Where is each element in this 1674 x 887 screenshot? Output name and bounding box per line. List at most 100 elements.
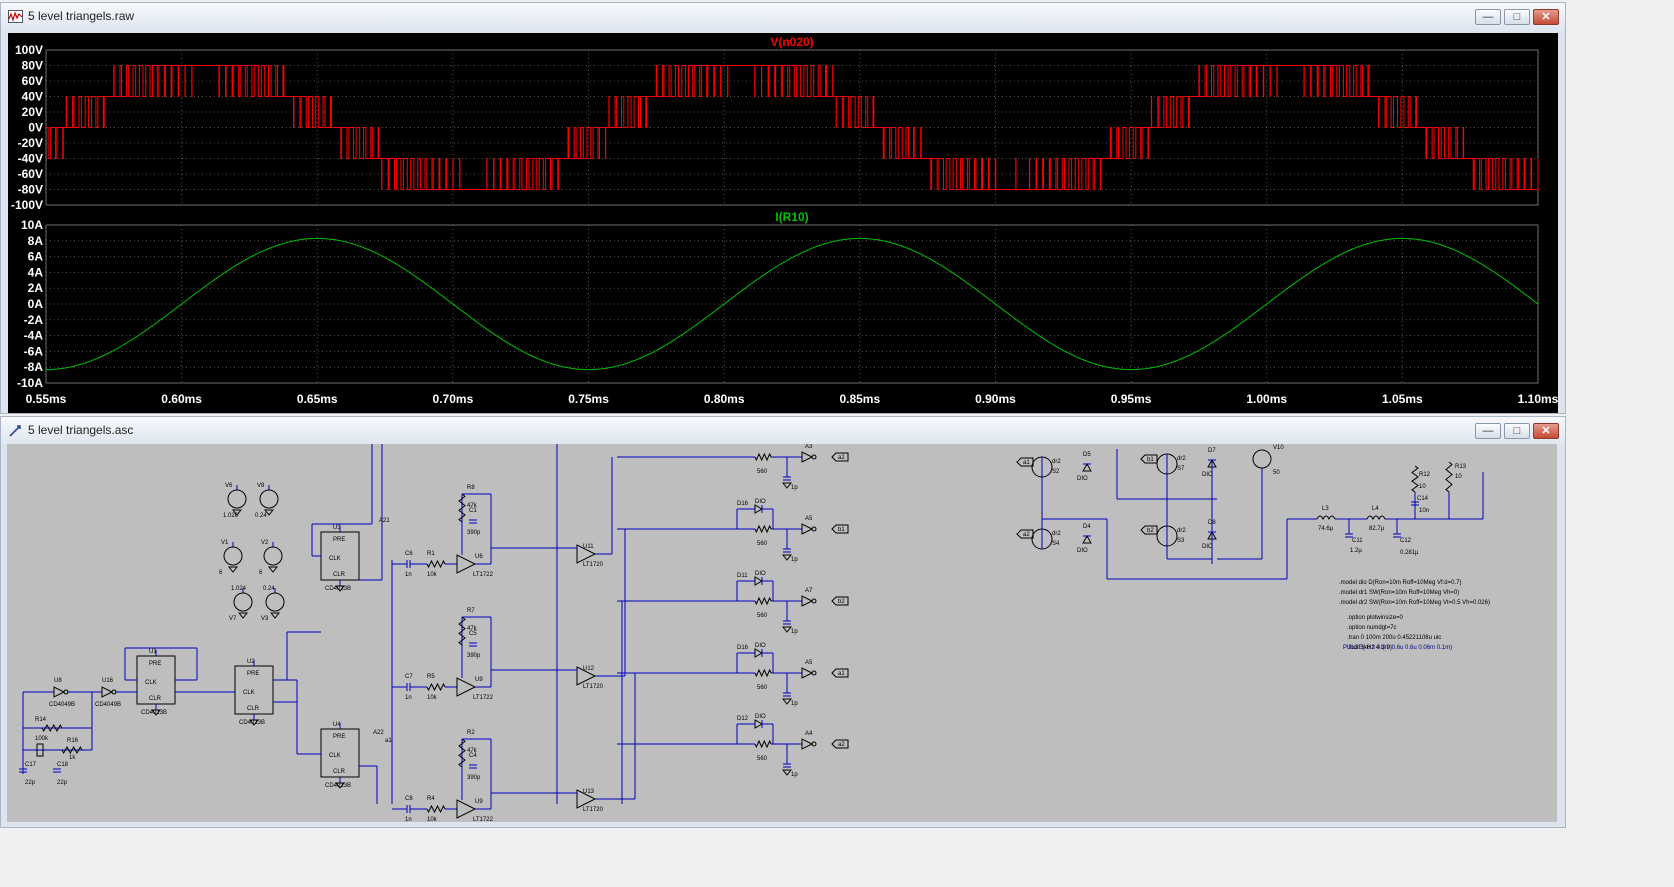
component-label: 6 [219, 570, 223, 576]
close-icon: ✕ [1541, 11, 1551, 23]
component-label: CLR [333, 572, 346, 578]
diode-symbol [754, 504, 764, 514]
component-label: LT1720 [583, 807, 604, 813]
component-label: D5 [1083, 452, 1091, 458]
component-label: 10 [1455, 474, 1462, 480]
component-label: 1n [405, 572, 412, 578]
ground-icon [227, 566, 239, 573]
waveform-chart[interactable]: 100V 80V60V 40V20V 0V-20V -40V-60V -80V-100V V… [8, 33, 1558, 413]
component-label: C17 [25, 762, 37, 768]
x-tick-label: 0.70ms [433, 392, 474, 406]
component-label: 390p [467, 775, 481, 781]
component-label: C1 [469, 508, 477, 514]
component-label: D7 [1208, 448, 1216, 454]
component-label: L3 [1322, 506, 1329, 512]
resistor-symbol [458, 738, 466, 768]
component-label: 390p [467, 653, 481, 659]
diode-symbol [1082, 462, 1092, 472]
component-label: CLK [329, 556, 341, 562]
resistor-symbol [458, 493, 466, 523]
voltage-source [227, 489, 247, 509]
component-label: U9 [475, 677, 483, 683]
component-label: 1n [405, 817, 412, 822]
voltage-source [263, 546, 283, 566]
component-label: 560 [757, 469, 768, 475]
minimize-button[interactable]: — [1475, 9, 1501, 25]
component-label: CD4049B [95, 702, 121, 708]
component-label: b1 [838, 527, 845, 533]
inductor-symbol [1366, 515, 1386, 521]
buffer-symbol [801, 523, 814, 535]
ground-icon [267, 566, 279, 573]
spice-directive: .model dio D(Ron=10m Roff=10Meg Vf:d=0.7… [1339, 580, 1461, 586]
component-label: V1 [221, 540, 229, 546]
opamp-symbol [456, 554, 477, 574]
maximize-button[interactable]: □ [1504, 9, 1530, 25]
component-label: U11 [583, 544, 594, 550]
resistor-symbol [754, 739, 772, 749]
close-icon: ✕ [1541, 425, 1551, 437]
schematic-titlebar[interactable]: 5 level triangels.asc — □ ✕ [1, 417, 1565, 445]
ground-icon [781, 626, 793, 633]
ground-icon [269, 612, 281, 619]
trace-title: I(R10) [775, 210, 808, 224]
y-tick-label: -2A [24, 313, 44, 327]
resistor-symbol [754, 524, 772, 534]
component-label: R16 [67, 738, 79, 744]
component-label: C5 [469, 631, 477, 637]
component-label: dr2 [1052, 459, 1061, 465]
spice-directive: .tran 0 100m 200u 0.45221108u uic [1347, 635, 1441, 641]
maximize-button[interactable]: □ [1504, 423, 1530, 439]
voltage-source [1252, 449, 1272, 469]
component-label: D11 [737, 573, 748, 579]
y-tick-label: -20V [18, 136, 43, 150]
component-label: C6 [405, 551, 413, 557]
diode-symbol [754, 719, 764, 729]
y-tick-label: -60V [18, 167, 43, 181]
component-label: a2 [1023, 532, 1030, 538]
y-tick-label: 10A [21, 218, 43, 232]
component-label: 1p [791, 629, 798, 635]
component-label: A21 [379, 518, 390, 524]
component-label: V6 [225, 483, 233, 489]
window-title: 5 level triangels.raw [28, 9, 135, 23]
component-label: LT1720 [583, 684, 604, 690]
x-tick-label: 1.00ms [1246, 392, 1287, 406]
component-label: DIO [755, 643, 766, 649]
resistor-symbol [426, 804, 446, 814]
y-tick-label: -4A [24, 329, 44, 343]
buffer-symbol [801, 451, 814, 463]
opamp-symbol [456, 677, 477, 697]
schematic-icon [9, 425, 21, 437]
minimize-icon: — [1482, 11, 1494, 23]
y-tick-label: -80V [18, 183, 43, 197]
component-label: 22p [25, 780, 36, 786]
y-tick-label: -6A [24, 344, 44, 358]
component-label: DIO [1077, 476, 1088, 482]
component-label: R7 [467, 608, 475, 614]
y-tick-label: 4A [28, 265, 44, 279]
schematic-canvas[interactable]: V6 1.026 V8 0.24 V1 6 V2 6 1.024 V7 0.24 V3 U1 PRE CLK… [7, 444, 1557, 822]
schematic-drawing[interactable]: V61.026V80.24V16V261.024V70.24V3U1PRECLK… [7, 444, 1557, 822]
ground-icon [781, 482, 793, 489]
component-label: PRE [247, 671, 259, 677]
component-label: dr2 [1177, 456, 1186, 462]
component-label: V2 [261, 540, 269, 546]
waveform-titlebar[interactable]: 5 level triangels.raw — □ ✕ [1, 3, 1565, 31]
close-button[interactable]: ✕ [1533, 9, 1559, 25]
component-label: U8 [54, 678, 62, 684]
component-label: b2 [838, 599, 845, 605]
component-label: D4 [1083, 524, 1091, 530]
waveform-plot-area[interactable]: 100V 80V 60V 40V 20V 0V -20V -40V -60V -80V -100V V… [8, 33, 1558, 413]
component-label: C18 [57, 762, 69, 768]
ground-icon [781, 769, 793, 776]
y-tick-label: 0V [28, 121, 43, 135]
y-tick-label: -8A [24, 360, 44, 374]
spice-directive: .model dr2 SW(Ron=10m Roff=10Meg Vt=0.5 … [1339, 600, 1490, 606]
close-button[interactable]: ✕ [1533, 423, 1559, 439]
voltage-source [223, 546, 243, 566]
component-label: 1p [791, 701, 798, 707]
component-label: V8 [257, 483, 265, 489]
component-label: DIO [1202, 544, 1213, 550]
minimize-button[interactable]: — [1475, 423, 1501, 439]
